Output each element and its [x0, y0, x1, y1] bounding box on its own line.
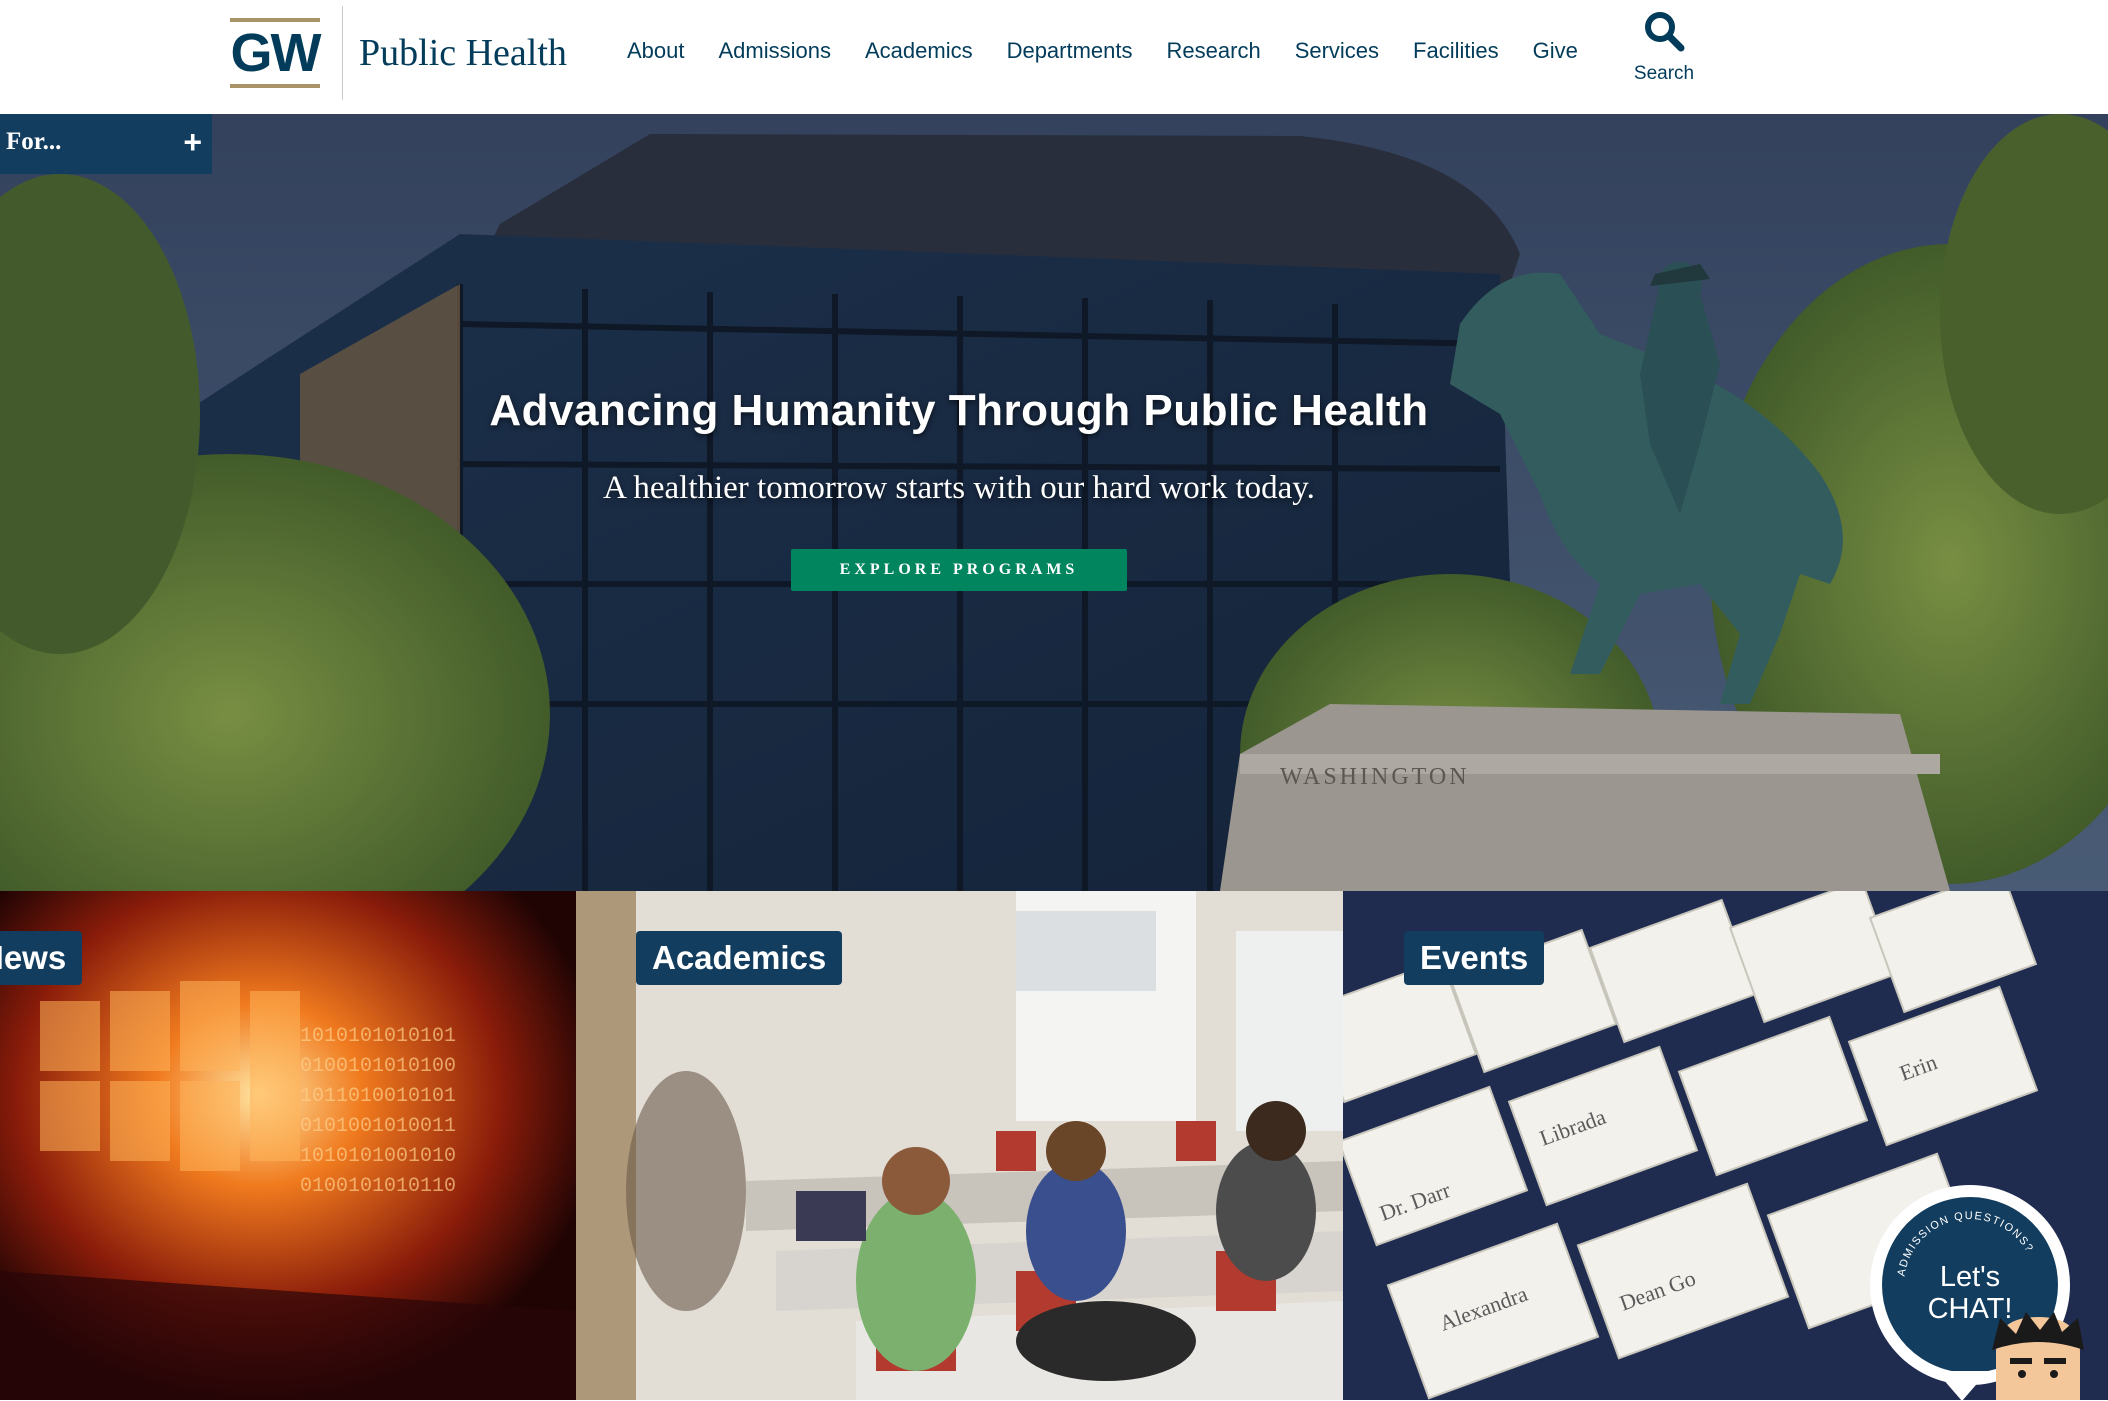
nav-departments[interactable]: Departments	[990, 30, 1150, 72]
nav-services[interactable]: Services	[1278, 30, 1396, 72]
hero-banner: WASHINGTON Advancing Humanity Through Pu…	[0, 114, 2108, 891]
main-nav: About Admissions Academics Departments R…	[610, 30, 1595, 72]
for-label: For...	[6, 128, 62, 155]
gw-logo-mark: GW	[228, 18, 322, 88]
svg-text:1010101010101: 1010101010101	[300, 1025, 456, 1048]
svg-text:0100101010110: 0100101010110	[300, 1175, 456, 1198]
svg-text:0101001010011: 0101001010011	[300, 1115, 456, 1138]
academics-tile[interactable]: Academics	[576, 891, 1343, 1400]
logo-text: Public Health	[359, 32, 567, 74]
plus-icon: +	[183, 124, 202, 160]
search-label: Search	[1633, 63, 1695, 84]
logo-divider	[342, 6, 343, 100]
chat-line1: Let's	[1939, 1261, 2001, 1293]
svg-text:1011010010101: 1011010010101	[300, 1085, 456, 1108]
news-label: News	[0, 931, 83, 985]
news-image: 1010101010101 0100101010100 1011010010101…	[0, 891, 576, 1400]
nav-admissions[interactable]: Admissions	[702, 30, 848, 72]
gw-logo-letters: GW	[230, 23, 322, 83]
site-header: GW Public Health About Admissions Academ…	[0, 0, 2108, 115]
gw-public-health-logo[interactable]: GW Public Health	[228, 6, 567, 100]
nav-academics[interactable]: Academics	[848, 30, 990, 72]
hero-title: Advancing Humanity Through Public Health	[489, 386, 1429, 435]
chat-mascot-avatar	[1992, 1312, 2084, 1400]
nav-give[interactable]: Give	[1516, 30, 1595, 72]
search-button[interactable]: Search	[1614, 10, 1714, 85]
nav-research[interactable]: Research	[1150, 30, 1278, 72]
hero-subtitle: A healthier tomorrow starts with our har…	[603, 470, 1315, 506]
explore-programs-button[interactable]: EXPLORE PROGRAMS	[791, 549, 1127, 591]
events-label: Events	[1404, 931, 1545, 985]
nav-about[interactable]: About	[610, 30, 702, 72]
news-tile[interactable]: 1010101010101 0100101010100 1011010010101…	[0, 891, 576, 1400]
search-icon	[1645, 12, 1685, 52]
academics-label: Academics	[636, 931, 843, 985]
for-audience-toggle[interactable]: For... +	[0, 114, 212, 174]
nav-facilities[interactable]: Facilities	[1396, 30, 1516, 72]
svg-text:1010101001010: 1010101001010	[300, 1145, 456, 1168]
chat-bubble-tail	[1936, 1371, 1988, 1401]
svg-text:0100101010100: 0100101010100	[300, 1055, 456, 1078]
